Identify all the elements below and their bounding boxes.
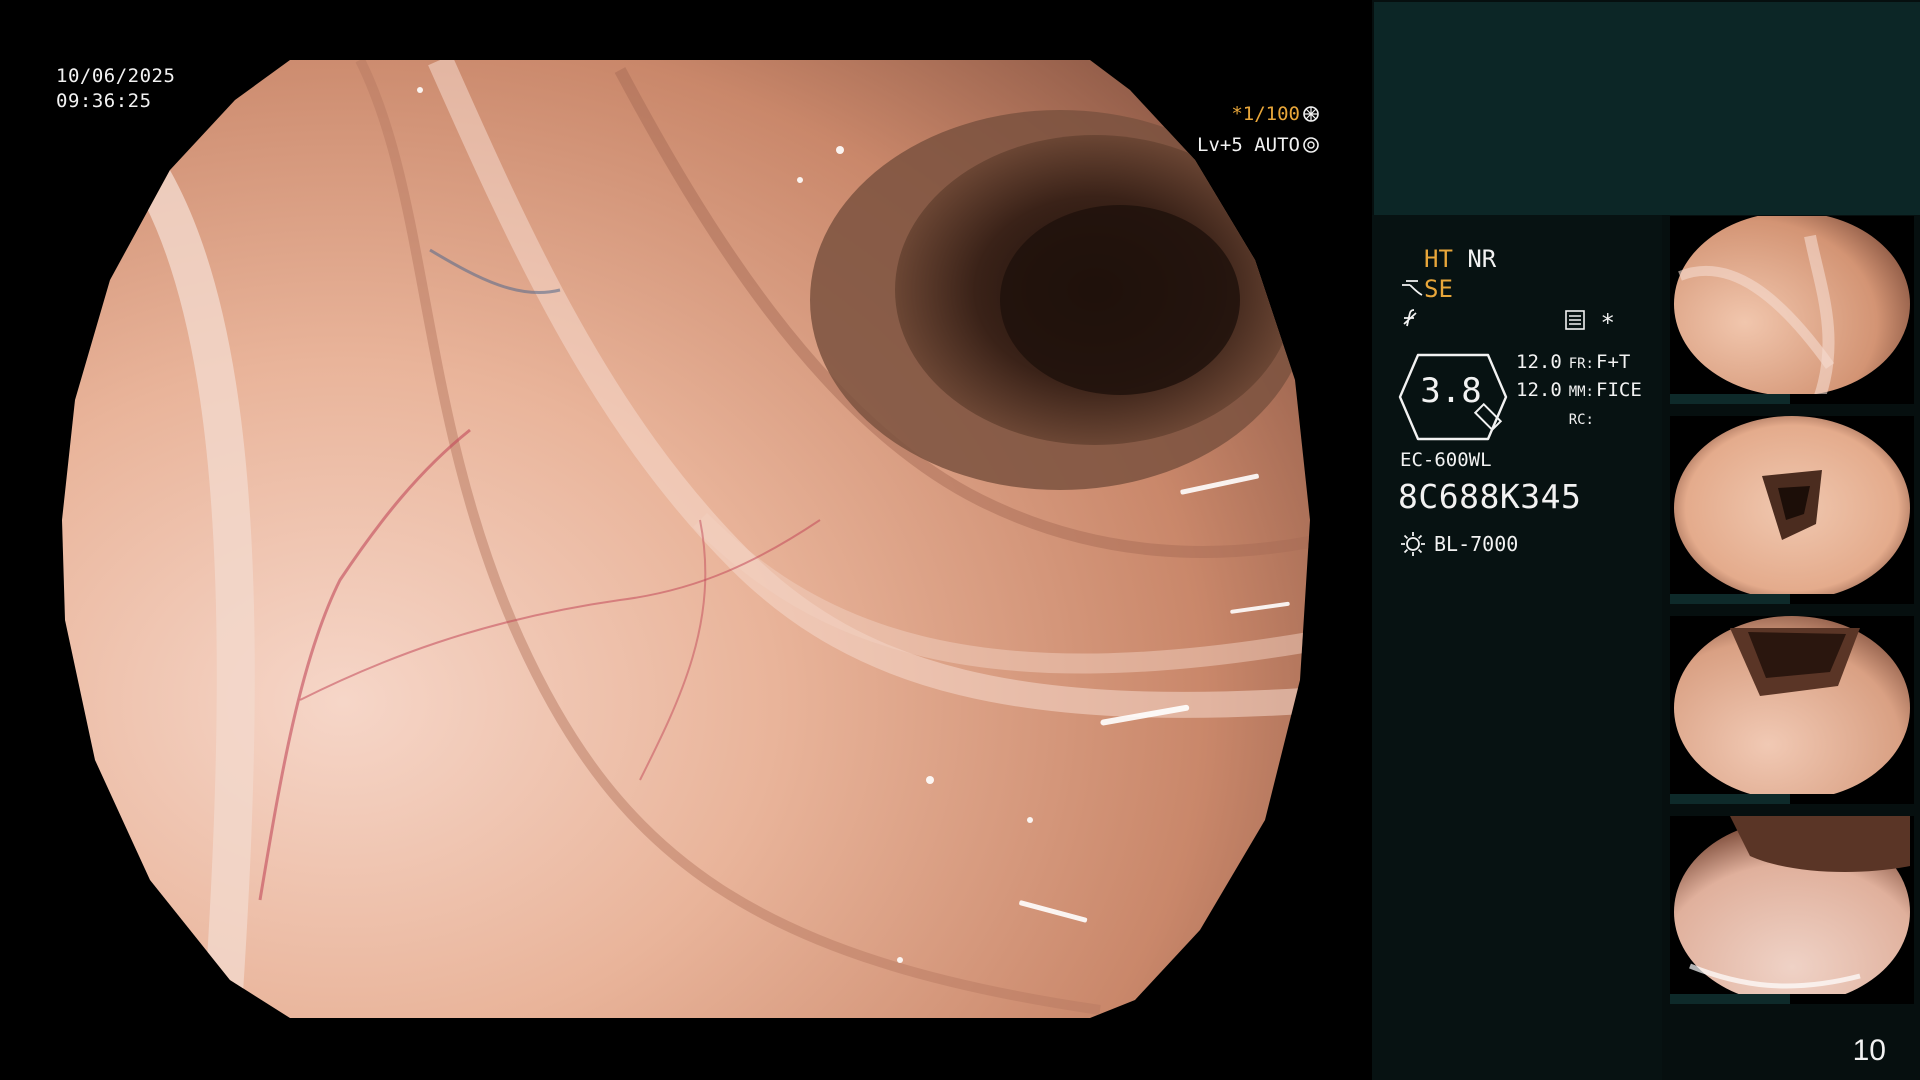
- mode-setting: F+T: [1596, 351, 1631, 373]
- thumbnail-1[interactable]: [1670, 216, 1914, 404]
- endoscope-main-view: 10/06/2025 09:36:25 *1/100 Lv+5 AUTO: [0, 0, 1372, 1080]
- structure-enhancement-row: SE: [1400, 275, 1453, 303]
- endoscopic-image: [62, 60, 1310, 1018]
- freeze-row: [1400, 307, 1422, 335]
- mode-setting: FICE: [1596, 379, 1642, 401]
- mode-row-rc: RC:: [1516, 405, 1642, 433]
- ht-indicator: HT: [1424, 245, 1453, 273]
- page-number: 10: [1852, 1034, 1886, 1067]
- shutter-icon: [1302, 103, 1320, 131]
- filter-icon: [1564, 309, 1586, 337]
- status-panel: HT NR SE * 3.8 12.0 FR: F+T 12.0 MM: FICE R: [1372, 215, 1662, 1080]
- time-text: 09:36:25: [56, 90, 152, 112]
- thumbnail-image: [1674, 816, 1910, 1004]
- f-icon: [1400, 309, 1422, 335]
- shutter-speed: *1/100: [1231, 103, 1300, 125]
- mode-label: RC:: [1568, 412, 1594, 428]
- enhancement-row: HT NR: [1424, 245, 1496, 273]
- filter-asterisk: *: [1600, 309, 1615, 337]
- scope-serial: 8C688K345: [1398, 477, 1582, 516]
- filter-row: *: [1564, 309, 1615, 337]
- scope-model: EC-600WL: [1400, 449, 1492, 471]
- thumbnail-image: [1674, 216, 1910, 398]
- side-panel: HT NR SE * 3.8 12.0 FR: F+T 12.0 MM: FICE R: [1372, 0, 1920, 1080]
- thumbnail-image: [1674, 416, 1910, 600]
- mode-value: 12.0: [1516, 351, 1562, 373]
- light-source-row: BL-7000: [1400, 531, 1518, 557]
- thumbnail-image: [1674, 616, 1910, 800]
- mode-label: MM:: [1568, 384, 1594, 400]
- exposure-info: *1/100 Lv+5 AUTO: [1197, 100, 1320, 162]
- light-source-name: BL-7000: [1434, 532, 1519, 556]
- timestamp: 10/06/2025 09:36:25: [56, 64, 175, 114]
- thumbnail-3[interactable]: [1670, 616, 1914, 804]
- magnification-value: 3.8: [1420, 371, 1482, 411]
- thumbnail-2[interactable]: [1670, 416, 1914, 604]
- mode-row-mm: 12.0 MM: FICE: [1516, 377, 1642, 405]
- se-indicator: SE: [1424, 275, 1453, 303]
- date-text: 10/06/2025: [56, 65, 176, 87]
- mode-value: 12.0: [1516, 379, 1562, 401]
- light-icon: [1400, 532, 1434, 556]
- mode-row-fr: 12.0 FR: F+T: [1516, 349, 1642, 377]
- mode-table: 12.0 FR: F+T 12.0 MM: FICE RC:: [1516, 349, 1642, 433]
- header-block: [1374, 2, 1920, 215]
- iris-icon: [1302, 134, 1320, 162]
- mode-label: FR:: [1568, 356, 1594, 372]
- structure-icon: [1400, 275, 1424, 303]
- thumbnail-4[interactable]: [1670, 816, 1914, 1004]
- nr-indicator: NR: [1467, 245, 1497, 273]
- exposure-level: Lv+5 AUTO: [1197, 134, 1300, 156]
